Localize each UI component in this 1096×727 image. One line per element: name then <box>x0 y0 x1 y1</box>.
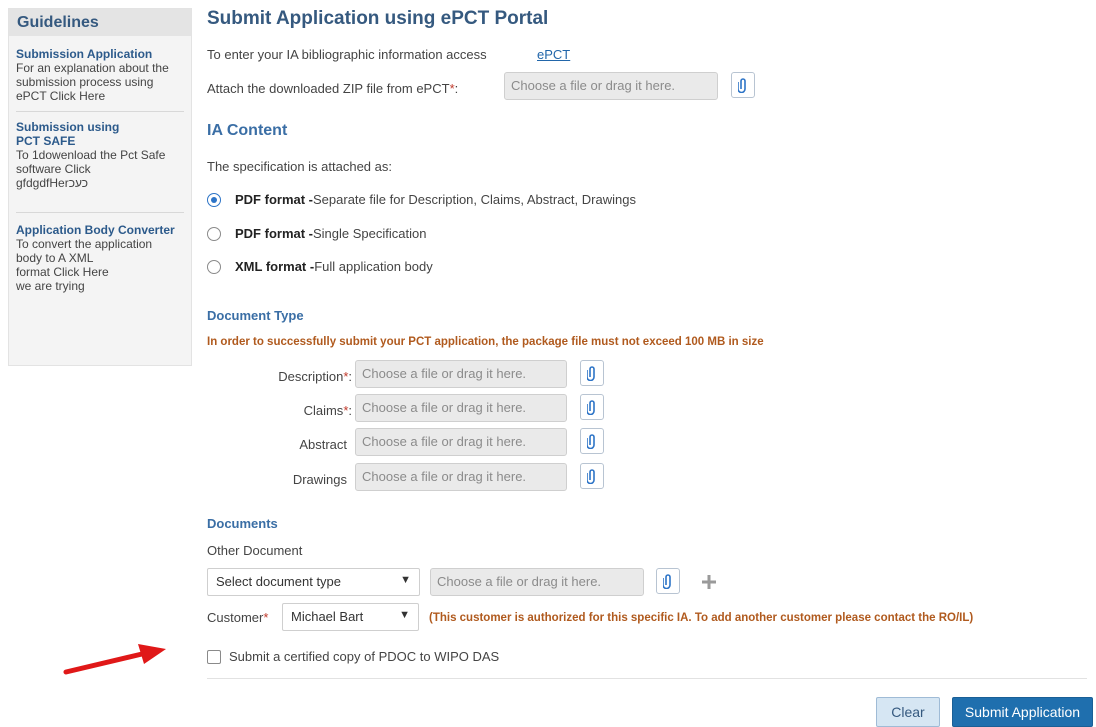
page-title: Submit Application using ePCT Portal <box>207 8 549 29</box>
select-value: Michael Bart <box>291 609 364 624</box>
field-label-text: Claims <box>303 403 344 418</box>
document-type-select[interactable]: Select document type ▼ <box>207 568 420 596</box>
radio-button[interactable] <box>207 226 221 241</box>
zip-label-text: Attach the downloaded ZIP file from ePCT <box>207 81 450 96</box>
bibliographic-text: To enter your IA bibliographic informati… <box>207 47 487 62</box>
sidebar-divider <box>16 111 184 112</box>
customer-label: Customer* <box>207 610 268 625</box>
document-type-title: Document Type <box>207 308 304 323</box>
label-colon: : <box>454 81 459 96</box>
option-label-bold: XML format - <box>235 259 315 274</box>
drawings-file-input[interactable]: Choose a file or drag it here. <box>355 463 567 491</box>
paperclip-icon <box>738 78 746 93</box>
guide-text-line: software Click <box>16 162 91 176</box>
other-document-file-input[interactable]: Choose a file or drag it here. <box>430 568 644 596</box>
zip-attach-button[interactable] <box>731 72 755 98</box>
sidebar-divider <box>16 212 184 213</box>
submit-application-button[interactable]: Submit Application <box>952 697 1093 727</box>
red-arrow-icon <box>63 644 166 675</box>
other-document-label: Other Document <box>207 543 303 558</box>
sidebar-title: Guidelines <box>9 9 191 36</box>
description-file-input[interactable]: Choose a file or drag it here. <box>355 360 567 388</box>
divider <box>207 678 1087 679</box>
certified-copy-label[interactable]: Submit a certified copy of PDOC to WIPO … <box>229 649 499 664</box>
paperclip-icon <box>587 434 595 449</box>
guide-text-line: submission process using <box>16 75 154 89</box>
spec-text: The specification is attached as: <box>207 159 392 174</box>
option-label-bold: PDF format - <box>235 192 313 207</box>
claims-label: Claims*: <box>247 403 352 418</box>
option-label: Full application body <box>314 259 433 274</box>
size-warning: In order to successfully submit your PCT… <box>207 336 764 348</box>
option-label: Single Specification <box>313 226 427 241</box>
option-label: Separate file for Description, Claims, A… <box>313 192 636 207</box>
other-document-attach-button[interactable] <box>656 568 680 594</box>
customer-select[interactable]: Michael Bart ▼ <box>282 603 419 631</box>
customer-note: (This customer is authorized for this sp… <box>429 612 974 624</box>
description-label: Description*: <box>247 369 352 384</box>
guide-text-line[interactable]: ePCT Click Here <box>16 89 184 103</box>
guide-text-line: For an explanation about the <box>16 61 169 75</box>
guide-title[interactable]: Application Body Converter <box>16 223 184 237</box>
radio-button[interactable] <box>207 259 221 274</box>
radio-pdf-single[interactable]: PDF format - Single Specification <box>207 226 426 241</box>
guide-text-line[interactable]: format Click Here <box>16 265 184 279</box>
label-colon: : <box>348 403 352 418</box>
select-value: Select document type <box>216 574 342 589</box>
clear-button[interactable]: Clear <box>876 697 940 727</box>
guide-text-line: we are trying <box>16 279 85 293</box>
guide-pct-safe: Submission using PCT SAFE To 1dowenload … <box>9 120 191 190</box>
guide-title[interactable]: Submission Application <box>16 47 184 61</box>
radio-button[interactable] <box>207 192 221 207</box>
plus-icon <box>702 575 716 589</box>
guidelines-sidebar: Guidelines Submission Application For an… <box>8 8 192 366</box>
paperclip-icon <box>587 400 595 415</box>
caret-down-icon: ▼ <box>400 574 411 586</box>
guide-submission-application: Submission Application For an explanatio… <box>9 47 191 103</box>
guide-title[interactable]: Submission using PCT SAFE <box>16 120 146 148</box>
option-label-bold: PDF format - <box>235 226 313 241</box>
abstract-attach-button[interactable] <box>580 428 604 454</box>
abstract-label: Abstract <box>299 437 347 452</box>
description-attach-button[interactable] <box>580 360 604 386</box>
guide-text-line: To 1dowenload the Pct Safe <box>16 148 166 162</box>
guide-text-line: To convert the application <box>16 237 153 251</box>
add-document-button[interactable] <box>698 571 720 593</box>
epct-link[interactable]: ePCT <box>537 47 570 62</box>
drawings-attach-button[interactable] <box>580 463 604 489</box>
required-mark: * <box>263 610 269 625</box>
radio-pdf-separate[interactable]: PDF format - Separate file for Descriptio… <box>207 192 636 207</box>
guide-text-line[interactable]: gfdgdfHerכעכ <box>16 176 184 190</box>
guide-body-converter: Application Body Converter To convert th… <box>9 223 191 293</box>
paperclip-icon <box>663 574 671 589</box>
guide-text-line: body to A XML <box>16 251 94 265</box>
main-content: Submit Application using ePCT Portal To … <box>207 0 1096 727</box>
claims-file-input[interactable]: Choose a file or drag it here. <box>355 394 567 422</box>
zip-label: Attach the downloaded ZIP file from ePCT… <box>207 81 458 96</box>
claims-attach-button[interactable] <box>580 394 604 420</box>
ia-content-title: IA Content <box>207 122 288 139</box>
paperclip-icon <box>587 469 595 484</box>
certified-copy-checkbox[interactable] <box>207 650 221 664</box>
radio-xml[interactable]: XML format - Full application body <box>207 259 433 274</box>
caret-down-icon: ▼ <box>399 609 410 621</box>
label-colon: : <box>348 369 352 384</box>
field-label-text: Description <box>278 369 344 384</box>
drawings-label: Drawings <box>292 472 347 487</box>
paperclip-icon <box>587 366 595 381</box>
zip-file-input[interactable]: Choose a file or drag it here. <box>504 72 718 100</box>
abstract-file-input[interactable]: Choose a file or drag it here. <box>355 428 567 456</box>
documents-title: Documents <box>207 516 278 531</box>
customer-label-text: Customer <box>207 610 264 625</box>
